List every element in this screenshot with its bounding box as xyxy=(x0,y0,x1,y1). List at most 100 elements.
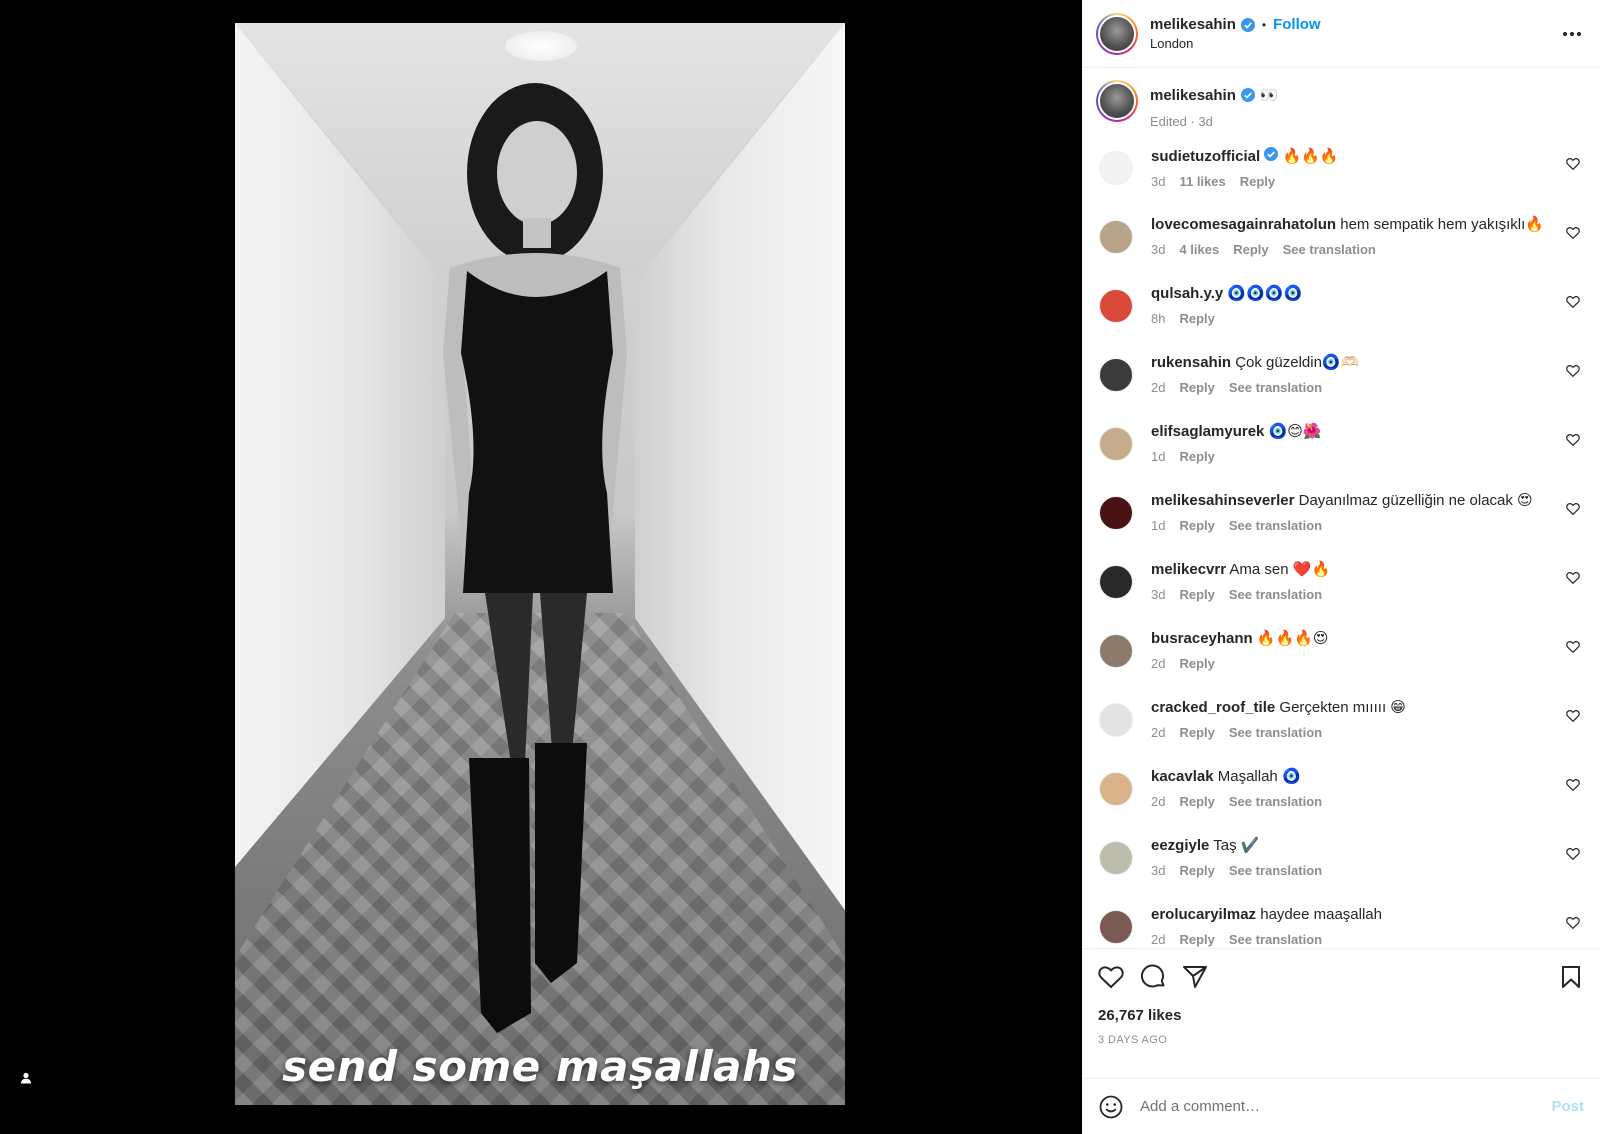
commenter-username[interactable]: melikesahinseverler xyxy=(1151,492,1294,509)
bookmark-icon[interactable] xyxy=(1558,964,1584,990)
commenter-avatar[interactable] xyxy=(1099,841,1133,875)
comment-heart-icon[interactable] xyxy=(1566,295,1580,309)
reply-button[interactable]: Reply xyxy=(1240,174,1275,189)
reply-button[interactable]: Reply xyxy=(1179,311,1214,326)
comment-heart-icon[interactable] xyxy=(1566,778,1580,792)
commenter-username[interactable]: lovecomesagainrahatolun xyxy=(1151,216,1336,233)
caption-username[interactable]: melikesahin xyxy=(1150,87,1236,104)
see-translation-button[interactable]: See translation xyxy=(1283,242,1376,257)
comment-age: 2d xyxy=(1151,725,1166,740)
paper-plane-icon[interactable] xyxy=(1182,964,1208,990)
comment-row: kacavlak Maşallah 🧿 2d Reply See translatio… xyxy=(1096,768,1584,837)
commenter-username[interactable]: eezgiyle xyxy=(1151,837,1209,854)
follow-button[interactable]: Follow xyxy=(1273,16,1321,33)
comment-row: elifsaglamyurek 🧿😊🌺 1d Reply xyxy=(1096,423,1584,492)
commenter-avatar[interactable] xyxy=(1099,565,1133,599)
comment-row: cracked_roof_tile Gerçekten mııııı 😁 2d Re… xyxy=(1096,699,1584,768)
see-translation-button[interactable]: See translation xyxy=(1229,932,1322,947)
comment-text: 🔥🔥🔥 xyxy=(1282,148,1339,165)
commenter-username[interactable]: rukensahin xyxy=(1151,354,1231,371)
commenter-username[interactable]: sudietuzofficial xyxy=(1151,148,1260,165)
see-translation-button[interactable]: See translation xyxy=(1229,794,1322,809)
commenter-avatar[interactable] xyxy=(1099,220,1133,254)
post-location[interactable]: London xyxy=(1150,36,1321,51)
caption-text: 👀 xyxy=(1259,87,1279,104)
commenter-username[interactable]: erolucaryilmaz xyxy=(1151,906,1256,923)
media-pane: send some maşallahs xyxy=(0,0,1082,1134)
post-header: melikesahin • Follow London xyxy=(1082,0,1600,68)
reply-button[interactable]: Reply xyxy=(1233,242,1268,257)
comment-age: 3d xyxy=(1151,242,1166,257)
see-translation-button[interactable]: See translation xyxy=(1229,863,1322,878)
comment-heart-icon[interactable] xyxy=(1566,364,1580,378)
post-photo[interactable]: send some maşallahs xyxy=(235,23,845,1105)
heart-icon[interactable] xyxy=(1098,964,1124,990)
commenter-username[interactable]: cracked_roof_tile xyxy=(1151,699,1275,716)
comment-heart-icon[interactable] xyxy=(1566,433,1580,447)
comment-heart-icon[interactable] xyxy=(1566,157,1580,171)
author-avatar[interactable] xyxy=(1096,12,1138,55)
comment-heart-icon[interactable] xyxy=(1566,847,1580,861)
commenter-username[interactable]: melikecvrr xyxy=(1151,561,1226,578)
see-translation-button[interactable]: See translation xyxy=(1229,518,1322,533)
user-tag-icon[interactable] xyxy=(16,1068,36,1088)
commenter-avatar[interactable] xyxy=(1099,358,1133,392)
reply-button[interactable]: Reply xyxy=(1179,380,1214,395)
comment-text: haydee maaşallah xyxy=(1260,906,1382,923)
post-comment-button[interactable]: Post xyxy=(1551,1098,1584,1115)
more-options-icon[interactable] xyxy=(1560,22,1584,46)
reply-button[interactable]: Reply xyxy=(1179,518,1214,533)
comment-likes[interactable]: 11 likes xyxy=(1179,174,1225,189)
caption-meta: Edited · 3d xyxy=(1150,114,1213,129)
comment-heart-icon[interactable] xyxy=(1566,709,1580,723)
verified-badge-icon xyxy=(1240,88,1255,102)
likes-count[interactable]: 26,767 likes xyxy=(1098,1007,1584,1024)
comment-heart-icon[interactable] xyxy=(1566,640,1580,654)
comment-input[interactable] xyxy=(1140,1098,1552,1115)
comment-row: eezgiyle Taş ✔️ 3d Reply See translation xyxy=(1096,837,1584,906)
commenter-username[interactable]: qulsah.y.y xyxy=(1151,285,1223,302)
commenter-username[interactable]: elifsaglamyurek xyxy=(1151,423,1264,440)
commenter-avatar[interactable] xyxy=(1099,703,1133,737)
comment-heart-icon[interactable] xyxy=(1566,916,1580,930)
comment-text: 🧿🧿🧿🧿 xyxy=(1227,285,1303,302)
smiley-icon[interactable] xyxy=(1098,1094,1124,1120)
commenter-username[interactable]: kacavlak xyxy=(1151,768,1214,785)
reply-button[interactable]: Reply xyxy=(1179,587,1214,602)
see-translation-button[interactable]: See translation xyxy=(1229,587,1322,602)
commenter-username[interactable]: busraceyhann xyxy=(1151,630,1253,647)
commenter-avatar[interactable] xyxy=(1099,634,1133,668)
comment-bubble-icon[interactable] xyxy=(1140,964,1166,990)
reply-button[interactable]: Reply xyxy=(1179,863,1214,878)
commenter-avatar[interactable] xyxy=(1099,289,1133,323)
comments-list[interactable]: melikesahin 👀 Edited · 3d sudietuzoffici… xyxy=(1082,68,1600,948)
verified-badge-icon xyxy=(1240,17,1255,32)
post-side-panel: melikesahin • Follow London melikesahin … xyxy=(1082,0,1600,1134)
comment-heart-icon[interactable] xyxy=(1566,226,1580,240)
author-username[interactable]: melikesahin xyxy=(1150,16,1236,33)
reply-button[interactable]: Reply xyxy=(1179,932,1214,947)
comment-age: 1d xyxy=(1151,449,1166,464)
comment-age: 3d xyxy=(1151,863,1166,878)
comment-composer: Post xyxy=(1082,1078,1600,1134)
comment-text: hem sempatik hem yakışıklı🔥 xyxy=(1340,216,1544,233)
reply-button[interactable]: Reply xyxy=(1179,725,1214,740)
comment-age: 2d xyxy=(1151,380,1166,395)
comment-likes[interactable]: 4 likes xyxy=(1179,242,1219,257)
commenter-avatar[interactable] xyxy=(1099,910,1133,944)
reply-button[interactable]: Reply xyxy=(1179,449,1214,464)
comment-row: sudietuzofficial 🔥🔥🔥 3d 11 likes Reply xyxy=(1096,147,1584,216)
see-translation-button[interactable]: See translation xyxy=(1229,725,1322,740)
comment-heart-icon[interactable] xyxy=(1566,571,1580,585)
post-date: 3 DAYS AGO xyxy=(1098,1034,1168,1046)
comment-heart-icon[interactable] xyxy=(1566,502,1580,516)
commenter-avatar[interactable] xyxy=(1099,151,1133,185)
caption-author-avatar[interactable] xyxy=(1096,80,1138,122)
reply-button[interactable]: Reply xyxy=(1179,656,1214,671)
commenter-avatar[interactable] xyxy=(1099,496,1133,530)
see-translation-button[interactable]: See translation xyxy=(1229,380,1322,395)
reply-button[interactable]: Reply xyxy=(1179,794,1214,809)
photo-person xyxy=(443,83,627,1033)
commenter-avatar[interactable] xyxy=(1099,772,1133,806)
commenter-avatar[interactable] xyxy=(1099,427,1133,461)
